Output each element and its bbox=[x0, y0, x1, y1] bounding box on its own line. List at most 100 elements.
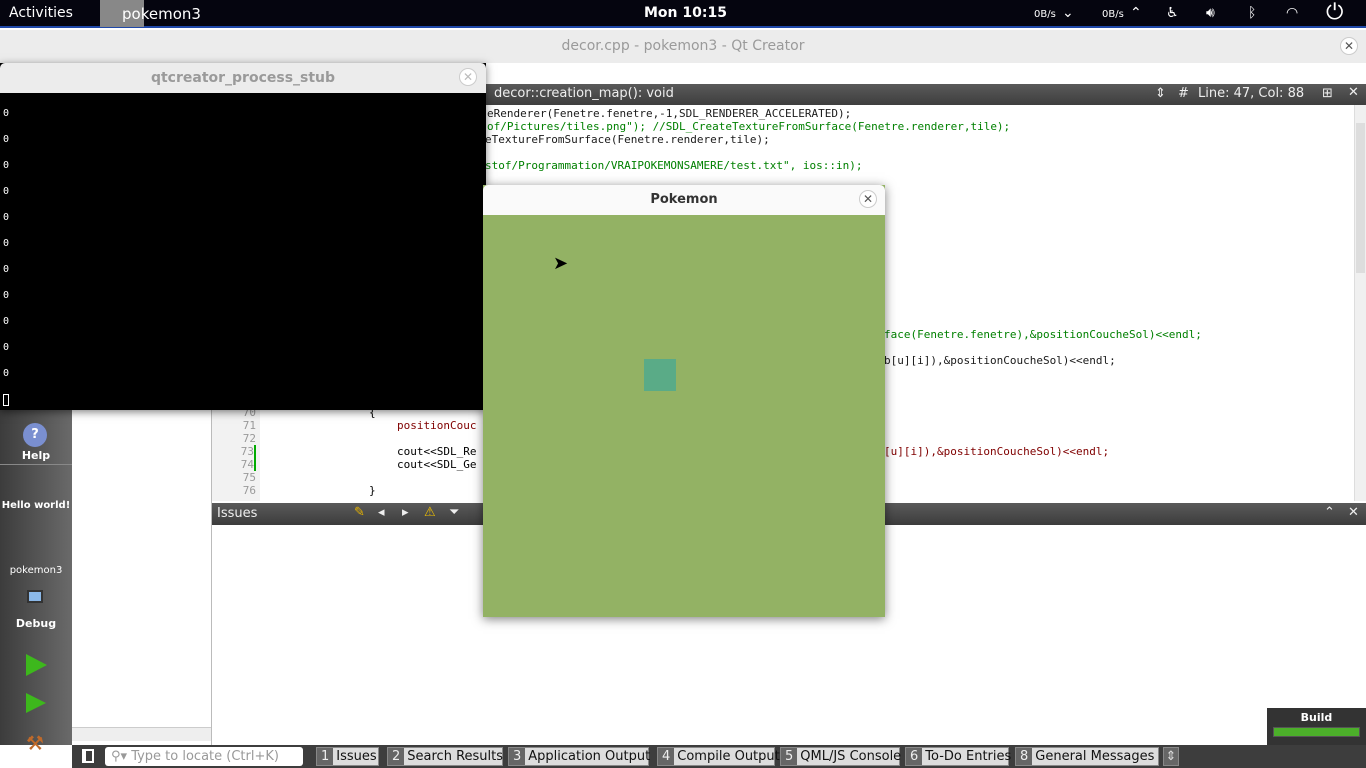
tab-label: Search Results bbox=[407, 749, 504, 764]
divider bbox=[0, 464, 72, 465]
code-line: eRenderer(Fenetre.fenetre,-1,SDL_RENDERE… bbox=[487, 107, 852, 120]
close-icon[interactable]: ✕ bbox=[1340, 37, 1358, 55]
close-icon[interactable]: ✕ bbox=[859, 190, 877, 208]
pokemon-window[interactable]: Pokemon ✕ ➤ bbox=[483, 185, 885, 617]
more-tabs-icon[interactable]: ⇕ bbox=[1163, 747, 1179, 766]
terminal-line: 0 bbox=[3, 368, 10, 379]
close-editor-icon[interactable]: ✕ bbox=[1348, 85, 1359, 100]
terminal-title: qtcreator_process_stub bbox=[150, 70, 336, 86]
horizontal-scrollbar[interactable] bbox=[72, 727, 211, 741]
tab-general-messages[interactable]: 8 General Messages bbox=[1015, 747, 1159, 766]
mode-help[interactable]: Help bbox=[0, 449, 72, 462]
next-icon[interactable]: ▸ bbox=[402, 505, 409, 520]
terminal-line: 0 bbox=[3, 186, 10, 197]
gnome-top-bar: Activities pokemon3 Mon 10:15 0B/s ⌄ 0B/… bbox=[0, 0, 1366, 28]
hash-label: # bbox=[1178, 86, 1189, 101]
tab-label: Application Output bbox=[528, 749, 651, 764]
build-progress-bar bbox=[1273, 727, 1360, 737]
editor-vertical-scrollbar[interactable] bbox=[1354, 105, 1366, 501]
monitor-icon[interactable] bbox=[27, 590, 43, 603]
filter-icon[interactable]: ⏷ bbox=[449, 505, 459, 520]
net-down[interactable]: 0B/s bbox=[1034, 9, 1056, 20]
terminal-line: 0 bbox=[3, 238, 10, 249]
close-icon[interactable]: ✕ bbox=[459, 68, 477, 86]
terminal-titlebar: qtcreator_process_stub ✕ bbox=[0, 63, 486, 93]
warning-icon[interactable]: ⚠ bbox=[424, 505, 436, 520]
debug-run-icon[interactable] bbox=[26, 693, 46, 713]
tab-label: General Messages bbox=[1035, 749, 1155, 764]
tab-search-results[interactable]: 2 Search Results bbox=[387, 747, 503, 766]
project-name[interactable]: pokemon3 bbox=[0, 565, 72, 576]
app-menu[interactable]: pokemon3 bbox=[122, 5, 201, 23]
tab-compile-output[interactable]: 4 Compile Output bbox=[657, 747, 780, 766]
line-number: 76 bbox=[242, 484, 256, 497]
tab-qml-console[interactable]: 5 QML/JS Console bbox=[780, 747, 902, 766]
code-line: b[u][i]),&positionCoucheSol)<<endl; bbox=[884, 354, 1116, 367]
help-icon[interactable]: ? bbox=[23, 423, 47, 447]
mouse-cursor-icon: ➤ bbox=[553, 253, 569, 274]
activities-button[interactable]: Activities bbox=[9, 5, 73, 21]
bluetooth-icon[interactable]: ᛒ bbox=[1248, 5, 1256, 21]
clock[interactable]: Mon 10:15 bbox=[644, 5, 727, 21]
output-pane-bar: ⚲▾ Type to locate (Ctrl+K) 1 Issues 2 Sear… bbox=[72, 745, 1366, 768]
scrollbar-thumb[interactable] bbox=[1356, 123, 1365, 273]
window-title: decor.cpp - pokemon3 - Qt Creator bbox=[561, 38, 805, 54]
pokemon-titlebar: Pokemon ✕ bbox=[483, 185, 885, 215]
code-line: eTextureFromSurface(Fenetre.renderer,til… bbox=[485, 133, 770, 146]
terminal-window: qtcreator_process_stub ✕ 0 0 0 0 0 0 0 0 0 0 0 bbox=[0, 63, 486, 410]
terminal-line: 0 bbox=[3, 342, 10, 353]
build-progress: Build bbox=[1267, 708, 1366, 745]
terminal-cursor bbox=[3, 394, 9, 406]
split-icon[interactable]: ⊞ bbox=[1322, 86, 1333, 101]
tab-label: To-Do Entries bbox=[925, 749, 1012, 764]
clear-icon[interactable]: ✎ bbox=[354, 505, 365, 520]
code-line: positionCouc bbox=[397, 419, 477, 432]
terminal-line: 0 bbox=[3, 316, 10, 327]
tab-label: Issues bbox=[336, 749, 377, 764]
code-line: [u][i]),&positionCoucheSol)<<endl; bbox=[884, 445, 1110, 458]
chevron-down-icon: ⌄ bbox=[1062, 5, 1074, 21]
tab-number: 1 bbox=[317, 748, 334, 765]
tab-todo-entries[interactable]: 6 To-Do Entries bbox=[905, 747, 1012, 766]
line-number: 72 bbox=[242, 432, 256, 445]
hello-world-label: Hello world! bbox=[1, 500, 71, 511]
updown-icon: ⇕ bbox=[1155, 86, 1166, 101]
power-icon[interactable]: ⏻ bbox=[1326, 0, 1343, 25]
code-line: face(Fenetre.fenetre),&positionCoucheSol… bbox=[884, 328, 1202, 341]
tab-number: 4 bbox=[658, 748, 675, 765]
player-tile bbox=[644, 359, 676, 391]
tab-issues[interactable]: 1 Issues bbox=[316, 747, 379, 766]
tab-application-output[interactable]: 3 Application Output bbox=[508, 747, 651, 766]
tab-number: 3 bbox=[509, 748, 526, 765]
code-line: } bbox=[369, 484, 376, 497]
terminal-line: 0 bbox=[3, 160, 10, 171]
code-line: cout<<SDL_Ge bbox=[397, 458, 477, 471]
tab-label: Compile Output bbox=[677, 749, 780, 764]
wifi-icon[interactable]: ◠ bbox=[1286, 5, 1298, 21]
net-up[interactable]: 0B/s bbox=[1102, 9, 1124, 20]
code-line: stof/Programmation/VRAIPOKEMONSAMERE/tes… bbox=[485, 159, 863, 172]
toggle-sidebar-icon[interactable] bbox=[82, 749, 94, 763]
hammer-icon[interactable]: ⚒ bbox=[26, 731, 44, 755]
locator-input[interactable]: ⚲▾ Type to locate (Ctrl+K) bbox=[105, 747, 303, 766]
line-number: 71 bbox=[242, 419, 256, 432]
build-config[interactable]: Debug bbox=[0, 617, 72, 630]
terminal-line: 0 bbox=[3, 134, 10, 145]
tab-label: QML/JS Console bbox=[800, 749, 902, 764]
function-selector[interactable]: decor::creation_map(): void bbox=[494, 86, 674, 101]
accessibility-icon[interactable]: ♿ bbox=[1166, 5, 1179, 21]
pokemon-title: Pokemon bbox=[650, 192, 718, 207]
code-line: cout<<SDL_Re bbox=[397, 445, 477, 458]
volume-icon[interactable]: 🔊︎ bbox=[1206, 5, 1215, 21]
code-line: of/Pictures/tiles.png"); //SDL_CreateTex… bbox=[487, 120, 1011, 133]
run-icon[interactable] bbox=[26, 654, 47, 676]
prev-icon[interactable]: ◂ bbox=[378, 505, 385, 520]
maximize-icon[interactable]: ⌃ bbox=[1324, 505, 1335, 520]
build-progress-fill bbox=[1274, 728, 1359, 736]
cursor-position[interactable]: Line: 47, Col: 88 bbox=[1198, 86, 1304, 101]
close-pane-icon[interactable]: ✕ bbox=[1348, 505, 1359, 520]
search-icon: ⚲▾ bbox=[111, 749, 132, 764]
tab-number: 6 bbox=[906, 748, 923, 765]
tab-number: 2 bbox=[388, 748, 405, 765]
tab-number: 5 bbox=[781, 748, 798, 765]
